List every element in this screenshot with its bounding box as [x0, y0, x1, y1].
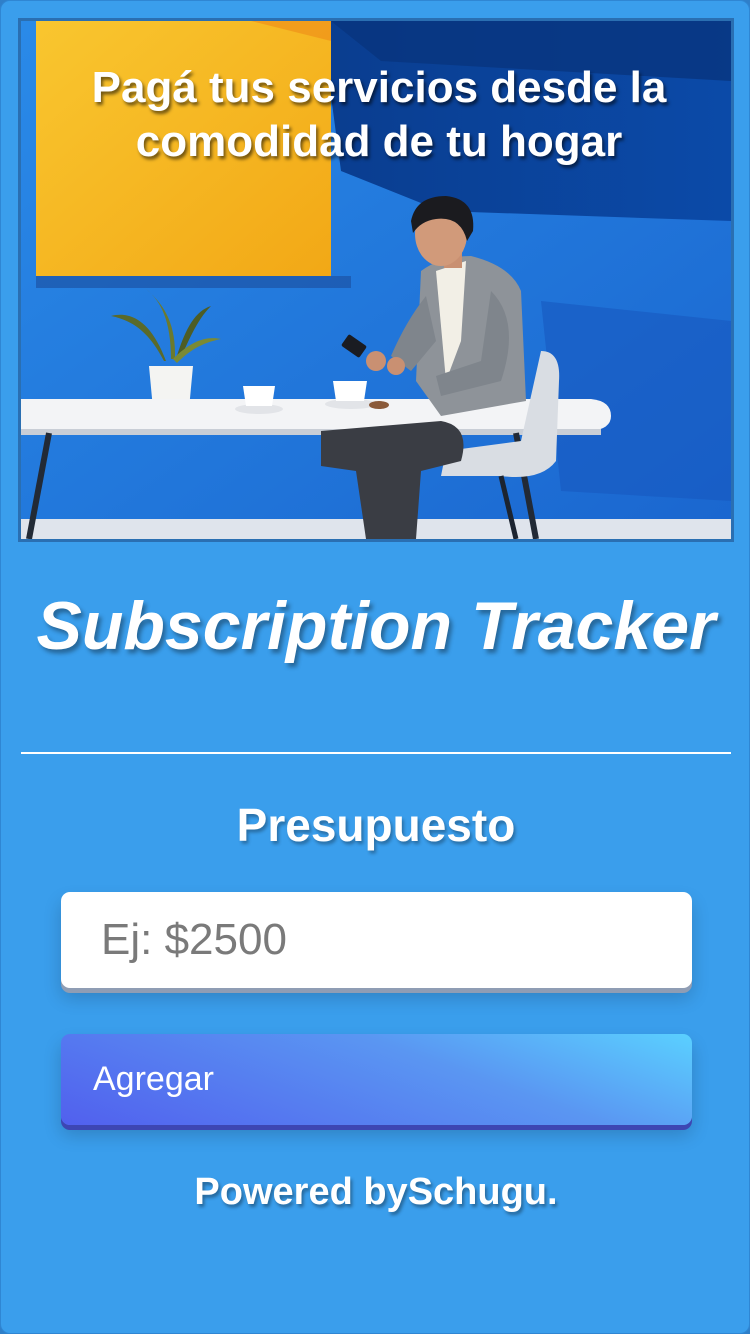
app-title: Subscription Tracker: [36, 588, 716, 664]
budget-label: Presupuesto: [236, 799, 516, 851]
powered-by-footer: Powered bySchugu.: [194, 1171, 558, 1213]
app-container: Pagá tus servicios desde la comodidad de…: [0, 0, 750, 1334]
title-divider: [21, 752, 731, 754]
budget-input[interactable]: [61, 892, 692, 988]
hero-headline: Pagá tus servicios desde la comodidad de…: [91, 63, 667, 166]
hero-banner: Pagá tus servicios desde la comodidad de…: [18, 18, 734, 542]
add-button[interactable]: Agregar: [61, 1034, 692, 1125]
